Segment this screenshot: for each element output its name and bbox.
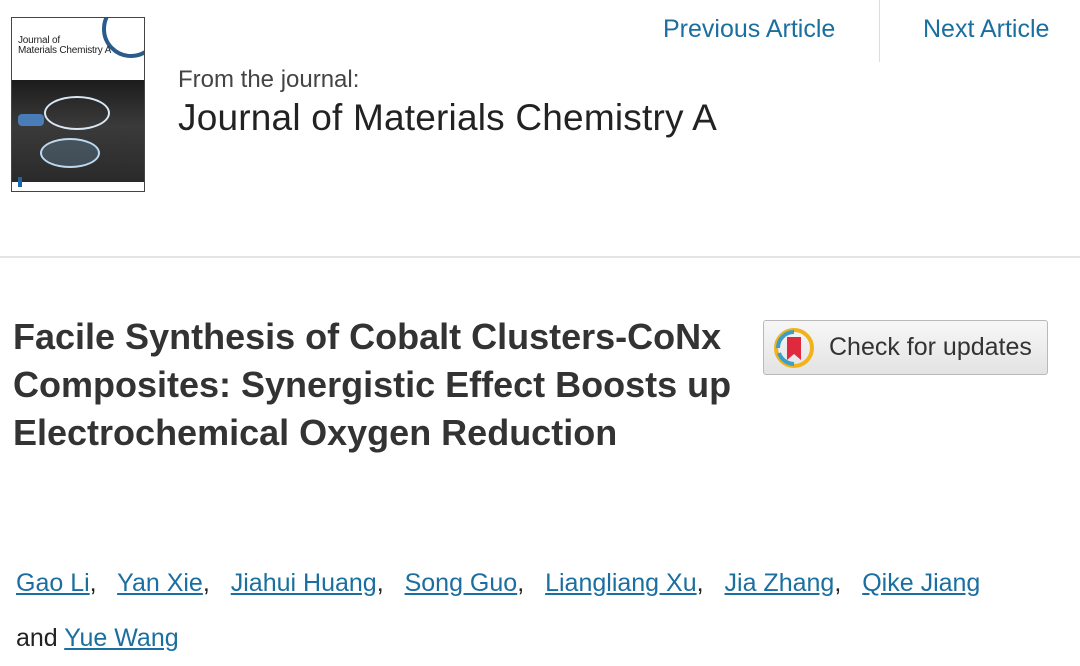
article-title: Facile Synthesis of Cobalt Clusters-CoNx…	[13, 316, 732, 453]
check-for-updates-label: Check for updates	[829, 333, 1032, 361]
author-link[interactable]: Jiahui Huang	[231, 569, 377, 597]
from-journal-label: From the journal:	[178, 66, 360, 93]
cover-title-line2: Materials Chemistry A	[18, 45, 112, 56]
bookmark-badge-icon	[774, 328, 814, 368]
nav-divider	[879, 0, 880, 62]
journal-name: Journal of Materials Chemistry A	[178, 97, 717, 138]
author-link[interactable]: Gao Li	[16, 569, 90, 597]
author-link[interactable]: Qike Jiang	[862, 569, 980, 597]
cover-art-platform	[40, 138, 100, 168]
journal-cover-image[interactable]: Journal of Materials Chemistry A	[11, 17, 145, 192]
header-divider	[0, 256, 1080, 258]
author-link[interactable]: Liangliang Xu	[545, 569, 697, 597]
author-link[interactable]: Yan Xie	[117, 569, 203, 597]
author-link-last[interactable]: Yue Wang	[64, 624, 178, 652]
cover-art-ring	[44, 96, 110, 130]
previous-article-link[interactable]: Previous Article	[663, 15, 835, 44]
cover-title: Journal of Materials Chemistry A	[18, 36, 111, 56]
check-for-updates-button[interactable]: Check for updates	[763, 320, 1048, 375]
cover-art-car	[18, 114, 44, 126]
and-conjunction: and	[16, 624, 58, 652]
author-list: Gao Li, Yan Xie, Jiahui Huang, Song Guo,…	[16, 569, 981, 652]
cover-publisher-logo	[18, 177, 46, 187]
next-article-link[interactable]: Next Article	[923, 15, 1049, 44]
author-link[interactable]: Jia Zhang	[725, 569, 835, 597]
author-link[interactable]: Song Guo	[405, 569, 518, 597]
